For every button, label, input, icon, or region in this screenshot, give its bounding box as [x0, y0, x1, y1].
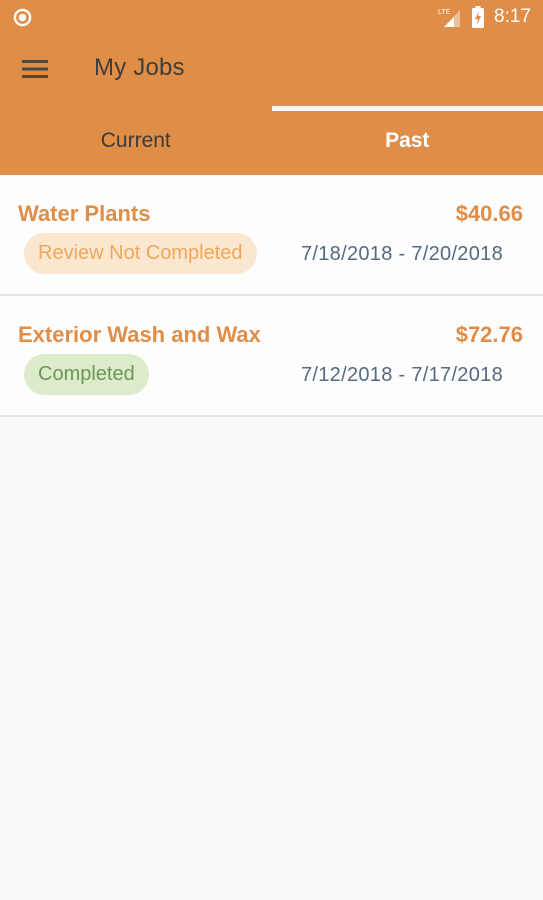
tab-past-label: Past [385, 128, 430, 152]
status-badge: Review Not Completed [24, 233, 257, 274]
hamburger-menu-icon[interactable] [22, 58, 48, 80]
tab-current-label: Current [100, 128, 171, 152]
status-bar: LTE 8:17 [0, 0, 543, 34]
status-time: 8:17 [494, 6, 531, 27]
job-title: Exterior Wash and Wax [18, 322, 261, 347]
network-label: LTE [438, 9, 451, 16]
job-list: Water Plants $40.66 Review Not Completed… [0, 175, 543, 417]
tab-past[interactable]: Past [271, 106, 543, 175]
app-bar: My Jobs [0, 34, 543, 140]
job-dates: 7/18/2018 - 7/20/2018 [300, 243, 503, 265]
job-card[interactable]: Exterior Wash and Wax $72.76 Completed 7… [0, 296, 543, 417]
status-badge: Completed [24, 354, 149, 395]
job-card[interactable]: Water Plants $40.66 Review Not Completed… [0, 175, 543, 296]
notification-circle-icon [13, 8, 32, 27]
status-badge-label: Completed [38, 363, 135, 385]
tab-current[interactable]: Current [0, 106, 272, 175]
status-icons: LTE 8:17 [438, 4, 531, 30]
job-price: $72.76 [455, 322, 523, 347]
job-title: Water Plants [18, 201, 151, 226]
tab-selected-indicator [271, 106, 543, 111]
job-price: $40.66 [455, 201, 523, 226]
battery-icon [472, 6, 485, 28]
tab-bar: Current Past [0, 106, 543, 175]
job-dates: 7/12/2018 - 7/17/2018 [300, 364, 503, 386]
page-title: My Jobs [94, 54, 185, 81]
status-badge-label: Review Not Completed [38, 242, 243, 264]
lte-signal-icon: LTE [438, 9, 461, 27]
